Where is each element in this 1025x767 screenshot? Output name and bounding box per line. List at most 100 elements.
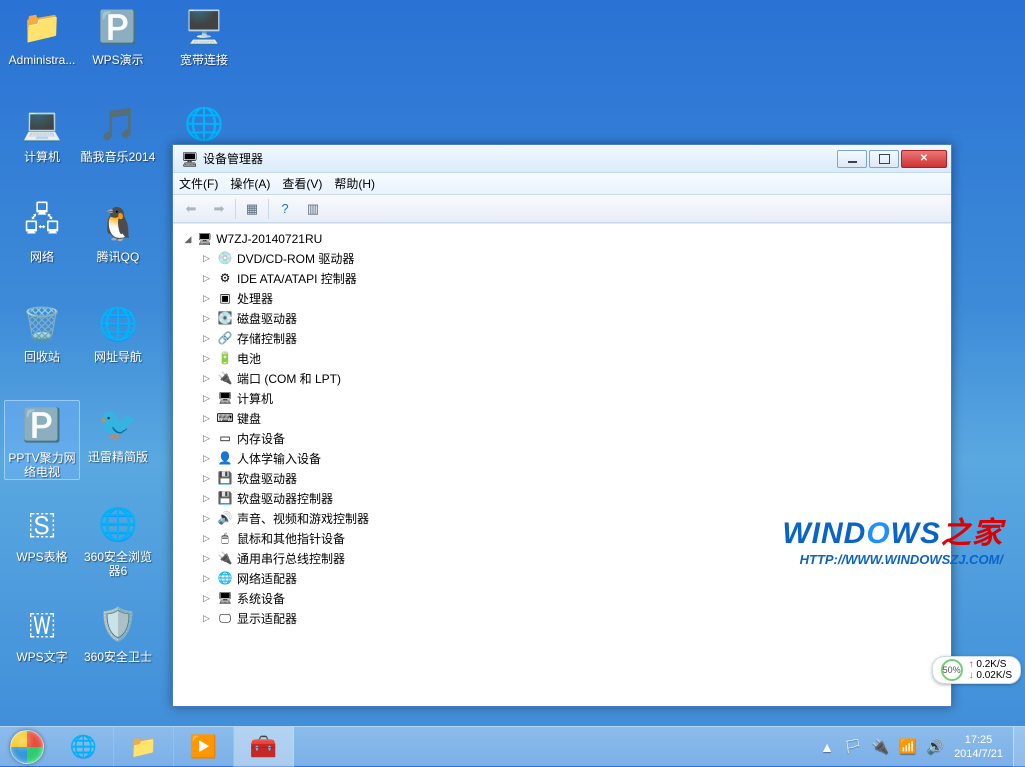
desktop-icon[interactable]: 🅿️WPS演示 [80, 3, 156, 67]
menubar: 文件(F) 操作(A) 查看(V) 帮助(H) [173, 173, 951, 195]
tree-item[interactable]: ▷💿DVD/CD-ROM 驱动器 [183, 248, 941, 268]
expand-icon[interactable]: ▷ [203, 513, 213, 524]
taskbar-item-ie[interactable]: 🌐 [54, 727, 114, 767]
expand-icon[interactable]: ▷ [203, 273, 213, 284]
desktop-icon[interactable]: 🗑️回收站 [4, 300, 80, 364]
watermark-text: WIND [782, 517, 866, 550]
expand-icon[interactable]: ▷ [203, 553, 213, 564]
icon-glyph: 🗑️ [18, 300, 66, 348]
tree-item[interactable]: ▷💾软盘驱动器控制器 [183, 488, 941, 508]
titlebar[interactable]: 🖥 设备管理器 [173, 145, 951, 173]
help-button[interactable]: ? [273, 198, 297, 220]
properties-button[interactable]: ▦ [240, 198, 264, 220]
show-desktop-button[interactable] [1013, 727, 1025, 767]
desktop-icon[interactable]: 🌐网址导航 [80, 300, 156, 364]
expand-icon[interactable]: ▷ [203, 253, 213, 264]
tree-item[interactable]: ▷🔌端口 (COM 和 LPT) [183, 368, 941, 388]
taskbar-item-wmplayer[interactable]: ▶️ [174, 727, 234, 767]
tree-item[interactable]: ▷🖥系统设备 [183, 588, 941, 608]
expand-icon[interactable]: ▷ [203, 413, 213, 424]
expand-icon[interactable]: ▷ [203, 453, 213, 464]
tree-item[interactable]: ▷⌨键盘 [183, 408, 941, 428]
view-button[interactable]: ▥ [301, 198, 325, 220]
desktop-icon[interactable]: 🖧网络 [4, 200, 80, 264]
clock[interactable]: 17:25 2014/7/21 [954, 733, 1003, 761]
expand-icon[interactable]: ▷ [203, 533, 213, 544]
collapse-icon[interactable]: ◢ [183, 234, 193, 245]
device-icon: 🔊 [217, 510, 233, 526]
desktop-icon[interactable]: 🐧腾讯QQ [80, 200, 156, 264]
desktop-icon[interactable]: 🌐 [166, 100, 242, 150]
device-tree-content[interactable]: ◢ 🖥 W7ZJ-20140721RU ▷💿DVD/CD-ROM 驱动器▷⚙ID… [173, 223, 951, 706]
expand-icon[interactable]: ▷ [203, 613, 213, 624]
maximize-button[interactable] [869, 150, 899, 168]
icon-label: WPS表格 [4, 550, 80, 564]
expand-icon[interactable]: ▷ [203, 593, 213, 604]
device-icon: 🌐 [217, 570, 233, 586]
menu-file[interactable]: 文件(F) [179, 175, 218, 192]
icon-label: 计算机 [4, 150, 80, 164]
taskbar[interactable]: 🌐📁▶️🧰 ▲ 🏳 🔌 📶 🔊 17:25 2014/7/21 [0, 726, 1025, 766]
menu-action[interactable]: 操作(A) [230, 175, 270, 192]
desktop-icon[interactable]: 🌐360安全浏览器6 [80, 500, 156, 578]
menu-view[interactable]: 查看(V) [282, 175, 322, 192]
tree-item[interactable]: ▷▣处理器 [183, 288, 941, 308]
power-icon[interactable]: 🔌 [872, 738, 889, 755]
tree-root-node[interactable]: ◢ 🖥 W7ZJ-20140721RU [183, 230, 941, 248]
desktop-icon[interactable]: 💻计算机 [4, 100, 80, 164]
icon-glyph: 🖧 [18, 200, 66, 248]
desktop-icon[interactable]: 🎵酷我音乐2014 [80, 100, 156, 164]
volume-icon[interactable]: 🔊 [927, 738, 944, 755]
device-icon: 🔗 [217, 330, 233, 346]
expand-icon[interactable]: ▷ [203, 493, 213, 504]
icon-label: 360安全卫士 [80, 650, 156, 664]
desktop-icon[interactable]: 🖥️宽带连接 [166, 3, 242, 67]
desktop-icon[interactable]: 🇸 WPS表格 [4, 500, 80, 564]
expand-icon[interactable]: ▷ [203, 333, 213, 344]
forward-button: ➡ [207, 198, 231, 220]
taskbar-item-explorer[interactable]: 📁 [114, 727, 174, 767]
taskbar-item-devicemgr[interactable]: 🧰 [234, 727, 294, 767]
expand-icon[interactable]: ▷ [203, 373, 213, 384]
expand-icon[interactable]: ▷ [203, 393, 213, 404]
tree-item[interactable]: ▷🔗存储控制器 [183, 328, 941, 348]
tree-item[interactable]: ▷🌐网络适配器 [183, 568, 941, 588]
action-center-icon[interactable]: 🏳 [844, 738, 862, 755]
device-icon: ⌨ [217, 410, 233, 426]
tree-item[interactable]: ▷👤人体学输入设备 [183, 448, 941, 468]
tree-item[interactable]: ▷🖵显示适配器 [183, 608, 941, 628]
tree-item[interactable]: ▷🔋电池 [183, 348, 941, 368]
tree-item[interactable]: ▷💾软盘驱动器 [183, 468, 941, 488]
desktop-icon[interactable]: 🅿️PPTV聚力网络电视 [4, 400, 80, 480]
tree-item[interactable]: ▷⚙IDE ATA/ATAPI 控制器 [183, 268, 941, 288]
desktop-icon[interactable]: 🐦迅雷精简版 [80, 400, 156, 464]
device-icon: 🔋 [217, 350, 233, 366]
app-icon: 🖥 [181, 151, 197, 167]
expand-icon[interactable]: ▷ [203, 473, 213, 484]
tray-arrow-icon[interactable]: ▲ [820, 739, 834, 755]
systray[interactable]: ▲ 🏳 🔌 📶 🔊 17:25 2014/7/21 [810, 733, 1013, 761]
desktop-icon[interactable]: 🛡️360安全卫士 [80, 600, 156, 664]
expand-icon[interactable]: ▷ [203, 433, 213, 444]
icon-glyph: 🇸 [18, 500, 66, 548]
device-manager-window[interactable]: 🖥 设备管理器 文件(F) 操作(A) 查看(V) 帮助(H) ⬅ ➡ ▦ ? … [172, 144, 952, 707]
icon-glyph: 🇼 [18, 600, 66, 648]
start-button[interactable] [0, 727, 54, 767]
icon-label: PPTV聚力网络电视 [5, 451, 79, 479]
desktop-icon[interactable]: 🇼WPS文字 [4, 600, 80, 664]
desktop-icon[interactable]: 📁Administra... [4, 3, 80, 67]
netspeed-widget[interactable]: 50% ↑ 0.2K/S ↓ 0.02K/S [932, 656, 1021, 684]
menu-help[interactable]: 帮助(H) [334, 175, 375, 192]
close-button[interactable] [901, 150, 947, 168]
expand-icon[interactable]: ▷ [203, 293, 213, 304]
percent-badge: 50% [941, 659, 963, 681]
expand-icon[interactable]: ▷ [203, 573, 213, 584]
network-icon[interactable]: 📶 [899, 738, 916, 755]
tree-item[interactable]: ▷💽磁盘驱动器 [183, 308, 941, 328]
expand-icon[interactable]: ▷ [203, 353, 213, 364]
tree-item[interactable]: ▷🖥计算机 [183, 388, 941, 408]
watermark: WINDOWS之家 HTTP://WWW.WINDOWSZJ.COM/ [782, 508, 1003, 567]
expand-icon[interactable]: ▷ [203, 313, 213, 324]
tree-item[interactable]: ▷▭内存设备 [183, 428, 941, 448]
minimize-button[interactable] [837, 150, 867, 168]
